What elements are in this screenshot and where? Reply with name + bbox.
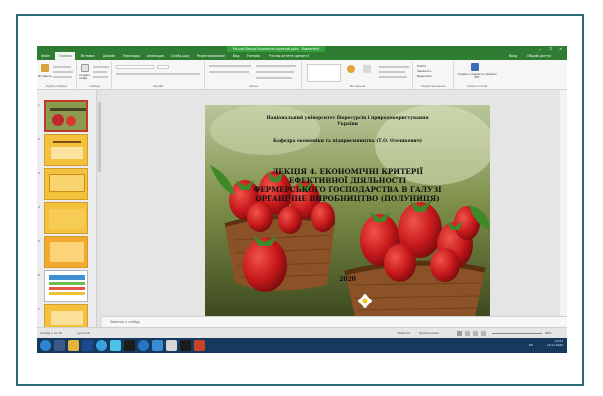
tab-slideshow[interactable]: Слайд-шоу [171, 52, 189, 60]
slide-thumbnail[interactable] [44, 168, 88, 200]
tab-animations[interactable]: Анимация [147, 52, 164, 60]
group-acrobat-label: Adobe Acrobat [466, 84, 488, 88]
ribbon-tabs: Файл Главная Вставка Дизайн Переходы Ани… [37, 52, 567, 60]
powerpoint-taskbar-icon[interactable] [194, 340, 205, 351]
current-slide[interactable]: Національний університет біоресурсів і п… [205, 105, 490, 316]
find-button[interactable]: Найти [417, 64, 426, 68]
notepad-icon[interactable] [166, 340, 177, 351]
share-button[interactable]: Общий доступ [527, 52, 551, 60]
group-paragraph-label: Абзац [249, 84, 258, 88]
slide-title-line-2: ЕФЕКТИВНОЇ ДІЯЛЬНОСТІ [288, 176, 407, 185]
start-icon[interactable] [40, 340, 51, 351]
ribbon-home: Вставить Буфер обмена Создать слайд Слай… [37, 60, 567, 90]
thumb-number: 4 [38, 205, 40, 209]
input-language[interactable]: RU [529, 343, 533, 347]
group-drawing: Рисование [303, 61, 413, 89]
group-slides-label: Слайды [88, 84, 101, 88]
normal-view-icon[interactable] [457, 331, 462, 336]
slide-title-line-3: ФЕРМЕРСЬКОГО ГОСПОДАРСТВА В ГАЛУЗІ [253, 185, 442, 194]
quick-styles-icon[interactable] [363, 65, 371, 73]
app-a-icon[interactable] [124, 340, 135, 351]
slide-thumbnail[interactable] [44, 270, 88, 302]
slide-department-line: Кафедра економіки та підприємництва (Т.О… [273, 139, 422, 144]
group-font-label: Шрифт [153, 84, 164, 88]
slide-thumbnail[interactable] [44, 202, 88, 234]
tab-home[interactable]: Главная [55, 52, 75, 60]
tab-file[interactable]: Файл [41, 52, 50, 60]
status-bar: Слайд 1 из 30 русский Заметки Примечания… [37, 327, 567, 338]
slide-year: 2020 [339, 276, 356, 283]
arrange-icon[interactable] [347, 65, 355, 73]
select-button[interactable]: Выделить [417, 74, 432, 78]
slide-editor: Національний університет біоресурсів і п… [102, 90, 560, 316]
group-clipboard-label: Буфер обмена [45, 84, 68, 88]
powerpoint-window: Ms-ppt-Лекція-Економічні-критерії.pptx -… [37, 46, 567, 353]
group-font: Шрифт [113, 61, 205, 89]
windows-taskbar: RU 13:04 19.11.2020 [37, 338, 567, 353]
replace-button[interactable]: Заменить [417, 69, 431, 73]
paste-icon[interactable] [41, 64, 49, 72]
notes-pane[interactable]: Заметки к слайду [102, 316, 567, 326]
group-paragraph: Абзац [206, 61, 302, 89]
slide-thumbnail[interactable] [44, 134, 88, 166]
strawberry-photo [205, 105, 490, 316]
slideshow-view-icon[interactable] [481, 331, 486, 336]
explorer-icon[interactable] [68, 340, 79, 351]
sorter-view-icon[interactable] [465, 331, 470, 336]
group-drawing-label: Рисование [349, 84, 366, 88]
skype-icon[interactable] [110, 340, 121, 351]
thumb-number: 5 [38, 239, 40, 243]
thumb-number: 2 [38, 137, 40, 141]
tab-review[interactable]: Рецензирование [197, 52, 225, 60]
thumb-number: 6 [38, 273, 40, 277]
app-b-icon[interactable] [180, 340, 191, 351]
chrome-icon[interactable] [96, 340, 107, 351]
create-pdf-button[interactable]: Создать и поделиться файлом PDF [456, 73, 498, 79]
slide-thumbnail[interactable] [44, 100, 88, 132]
paste-button[interactable]: Вставить [38, 74, 52, 78]
app-icon[interactable] [152, 340, 163, 351]
word-icon[interactable] [82, 340, 93, 351]
tab-insert[interactable]: Вставка [81, 52, 95, 60]
thumb-number: 3 [38, 171, 40, 175]
slide-thumbnail-pane: 1 2 3 4 5 6 7 [37, 90, 97, 338]
shapes-gallery[interactable] [307, 64, 341, 82]
tab-view[interactable]: Вид [233, 52, 239, 60]
taskbar-clock[interactable]: 13:04 19.11.2020 [546, 339, 563, 347]
tab-format[interactable]: Formato [247, 52, 260, 60]
reading-view-icon[interactable] [473, 331, 478, 336]
group-clipboard: Вставить Буфер обмена [37, 61, 77, 89]
search-icon[interactable] [54, 340, 65, 351]
thumb-number: 7 [38, 307, 40, 311]
group-slides: Создать слайд Слайды [78, 61, 112, 89]
browser-icon[interactable] [138, 340, 149, 351]
slide-title-line-4: ОРГАНІЧНЕ ВИРОБНИЦТВО (ПОЛУНИЦЯ) [255, 194, 440, 203]
group-editing-label: Редактирование [421, 84, 446, 88]
group-acrobat: Создать и поделиться файлом PDF Adobe Ac… [455, 61, 499, 89]
tell-me-search[interactable]: Что вы хотите сделать? [269, 52, 309, 60]
tab-transitions[interactable]: Переходы [123, 52, 140, 60]
slide-country-line: України [337, 122, 358, 127]
slide-thumbnail[interactable] [44, 236, 88, 268]
zoom-slider[interactable] [492, 333, 542, 334]
acrobat-pdf-icon[interactable] [471, 63, 479, 71]
tab-design[interactable]: Дизайн [103, 52, 115, 60]
group-editing: Найти Заменить Выделить Редактирование [414, 61, 454, 89]
thumb-number: 1 [38, 103, 40, 107]
new-slide-icon[interactable] [81, 64, 89, 72]
sign-in-link[interactable]: Вход [509, 52, 517, 60]
slide-title-line-1: ЛЕКЦІЯ 4. ЕКОНОМІЧНІ КРИТЕРІЇ [271, 167, 424, 176]
clock-date: 19.11.2020 [546, 342, 563, 347]
new-slide-button[interactable]: Создать слайд [79, 74, 93, 80]
